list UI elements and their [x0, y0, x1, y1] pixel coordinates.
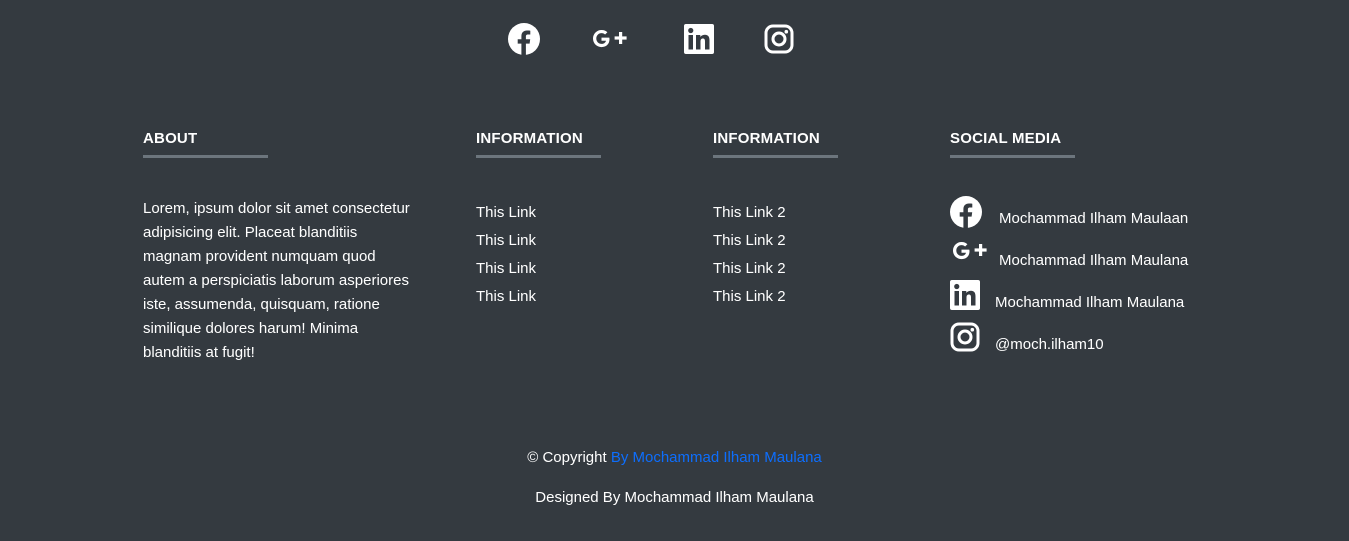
info-link[interactable]: This Link	[476, 204, 536, 221]
list-item: This Link 2	[713, 281, 913, 313]
info-link[interactable]: This Link 2	[713, 232, 786, 249]
linkedin-link[interactable]	[682, 22, 716, 56]
google-plus-icon	[590, 26, 630, 52]
about-section: ABOUT Lorem, ipsum dolor sit amet consec…	[143, 128, 413, 365]
google-plus-link[interactable]	[593, 22, 627, 56]
social-item-google-plus[interactable]: Mochammad Ilham Maulana	[950, 238, 1270, 280]
social-item-label: Mochammad Ilham Maulana	[999, 252, 1189, 269]
facebook-icon	[950, 196, 984, 228]
heading-underline	[476, 155, 601, 158]
linkedin-icon	[950, 280, 984, 312]
heading-underline	[950, 155, 1075, 158]
social-media-list: Mochammad Ilham Maulaan Mochammad Ilham …	[950, 196, 1270, 364]
social-item-label: Mochammad Ilham Maulaan	[999, 210, 1189, 227]
copyright: © Copyright By Mochammad Ilham Maulana	[0, 447, 1349, 469]
information-section-1: INFORMATION This Link This Link This Lin…	[476, 128, 676, 313]
social-item-label: Mochammad Ilham Maulana	[995, 294, 1185, 311]
social-media-heading: SOCIAL MEDIA	[950, 130, 1062, 147]
info-link[interactable]: This Link	[476, 260, 536, 277]
social-item-facebook[interactable]: Mochammad Ilham Maulaan	[950, 196, 1270, 238]
social-item-label: @moch.ilham10	[995, 336, 1104, 353]
social-item-instagram[interactable]: @moch.ilham10	[950, 322, 1270, 364]
information-heading: INFORMATION	[476, 130, 583, 147]
instagram-icon	[950, 322, 984, 354]
about-heading: ABOUT	[143, 130, 198, 147]
linkedin-icon	[684, 24, 714, 54]
info-link[interactable]: This Link	[476, 288, 536, 305]
information-heading: INFORMATION	[713, 130, 820, 147]
copyright-author-link[interactable]: By Mochammad Ilham Maulana	[611, 449, 822, 466]
info-link[interactable]: This Link 2	[713, 260, 786, 277]
info-link[interactable]: This Link	[476, 232, 536, 249]
facebook-icon	[508, 23, 540, 55]
information-links: This Link 2 This Link 2 This Link 2 This…	[713, 197, 913, 313]
social-media-section: SOCIAL MEDIA Mochammad Ilham Maulaan Moc…	[950, 128, 1270, 364]
info-link[interactable]: This Link 2	[713, 204, 786, 221]
heading-underline	[713, 155, 838, 158]
google-plus-icon	[950, 238, 987, 270]
about-text: Lorem, ipsum dolor sit amet consectetur …	[143, 200, 410, 361]
heading-underline	[143, 155, 268, 158]
instagram-link[interactable]	[762, 22, 796, 56]
copyright-text: © Copyright	[527, 449, 607, 466]
information-links: This Link This Link This Link This Link	[476, 197, 676, 313]
social-item-linkedin[interactable]: Mochammad Ilham Maulana	[950, 280, 1270, 322]
info-link[interactable]: This Link 2	[713, 288, 786, 305]
designed-by: Designed By Mochammad Ilham Maulana	[535, 489, 814, 506]
list-item: This Link	[476, 281, 676, 313]
facebook-link[interactable]	[507, 22, 541, 56]
top-social-bar	[0, 22, 1349, 58]
instagram-icon	[764, 24, 794, 54]
information-section-2: INFORMATION This Link 2 This Link 2 This…	[713, 128, 913, 313]
